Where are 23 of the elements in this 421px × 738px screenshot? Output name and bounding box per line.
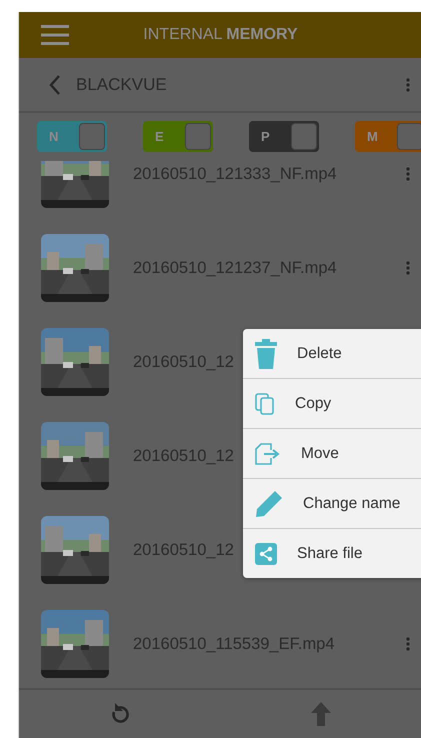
menu-item[interactable]: Delete [243,329,421,379]
menu-icon[interactable] [41,25,69,45]
copy-icon [255,392,275,414]
upload-icon[interactable] [311,702,332,726]
screen-title: INTERNAL MEMORY [142,26,299,44]
trash-icon [255,338,277,368]
back-icon[interactable] [49,74,60,94]
menu-item[interactable]: Move [243,429,421,479]
filter-toggle[interactable]: P [249,121,319,152]
refresh-icon[interactable] [110,703,130,725]
menu-item[interactable]: Share file [243,529,421,578]
pencil-icon [255,490,283,518]
filter-toggle[interactable]: N [37,121,107,152]
menu-item[interactable]: Change name [243,479,421,529]
filter-toggle[interactable]: E [143,121,213,152]
share-icon [255,542,277,564]
file-export-icon [255,442,281,464]
filter-toggle[interactable]: M [355,121,421,152]
more-icon[interactable] [406,78,410,92]
menu-item[interactable]: Copy [243,379,421,429]
more-icon[interactable] [406,167,410,181]
more-icon[interactable] [406,261,410,275]
more-icon[interactable] [406,637,410,651]
